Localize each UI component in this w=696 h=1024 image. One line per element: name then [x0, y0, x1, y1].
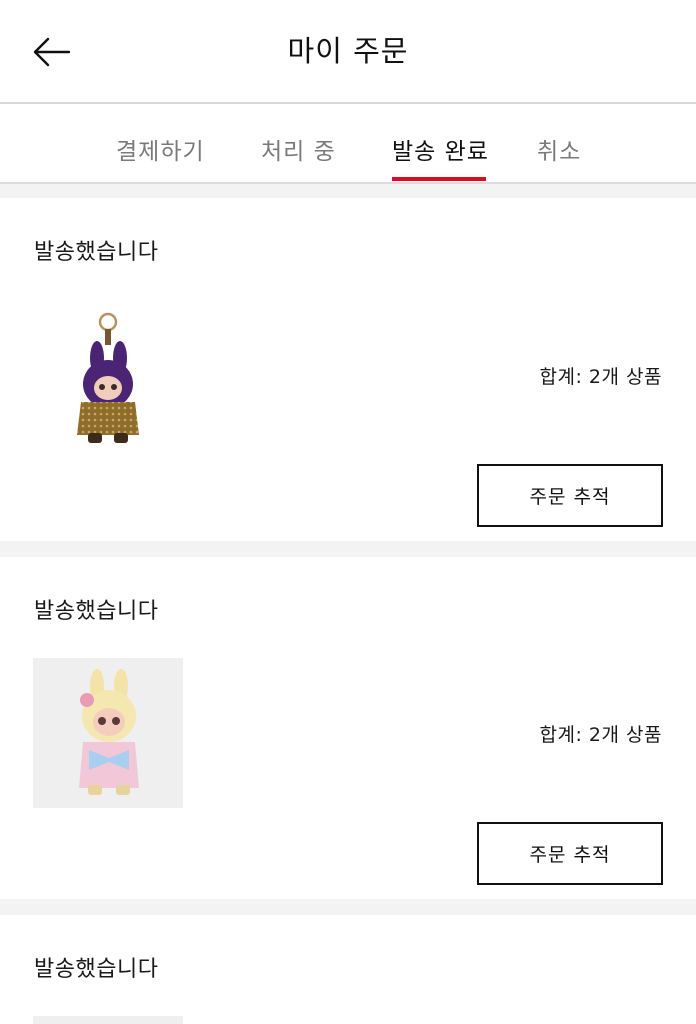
order-total: 합계: 2개 상품 [539, 366, 662, 388]
app-header: 마이 주문 [0, 0, 696, 104]
tab-processing[interactable]: 처리 중 [261, 132, 336, 166]
order-total: 합계: 2개 상품 [539, 724, 662, 746]
order-card: 발송했습니다 [0, 915, 696, 1024]
order-card: 발송했습니다 합계: 2개 상품 주문 추적 [0, 198, 696, 541]
tab-shipped[interactable]: 발송 완료 [392, 132, 489, 166]
track-order-button[interactable]: 주문 추적 [477, 464, 663, 527]
tab-cancelled[interactable]: 취소 [537, 132, 581, 166]
yellow-bunny-figure-pink-bow-icon [79, 669, 139, 795]
product-thumbnail[interactable] [33, 310, 183, 460]
product-thumbnail[interactable] [33, 1016, 183, 1024]
order-tabs: 결제하기 처리 중 발송 완료 취소 [0, 104, 696, 184]
order-card: 발송했습니다 합계: 2개 상품 주문 추적 [0, 557, 696, 899]
order-status: 발송했습니다 [34, 240, 159, 265]
purple-bunny-figure-keychain-icon [77, 312, 139, 443]
tab-payment[interactable]: 결제하기 [116, 132, 205, 166]
order-status: 발송했습니다 [34, 599, 159, 624]
order-status: 발송했습니다 [34, 957, 159, 982]
active-tab-indicator [392, 177, 486, 181]
page-title: 마이 주문 [287, 34, 409, 68]
product-thumbnail[interactable] [33, 658, 183, 808]
track-order-button[interactable]: 주문 추적 [477, 822, 663, 885]
